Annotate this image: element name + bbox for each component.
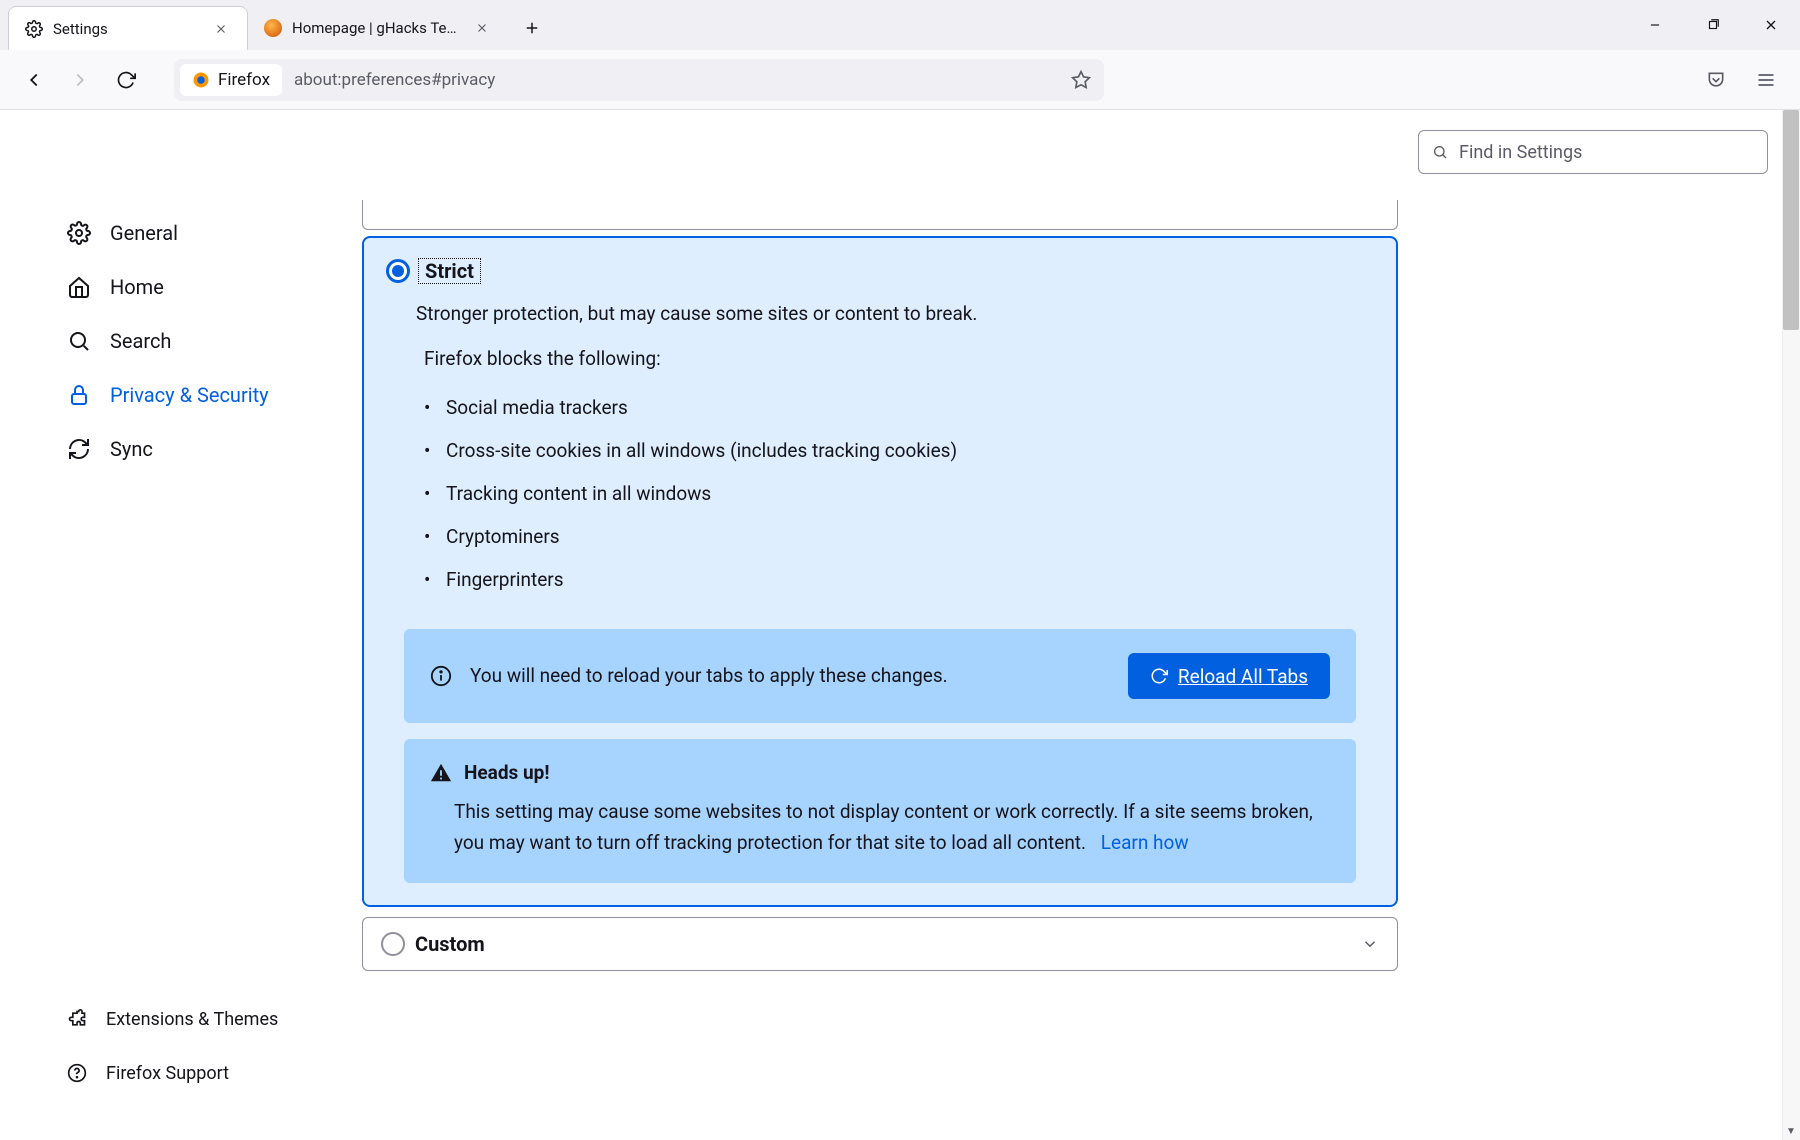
chevron-down-icon [1361,935,1379,953]
search-icon [66,328,92,354]
firefox-icon [192,71,210,89]
menu-icon[interactable] [1748,62,1784,98]
reload-info-text: You will need to reload your tabs to app… [470,661,1110,691]
reload-icon [1150,667,1168,685]
reload-button-label: Reload All Tabs [1178,665,1308,688]
blocks-list: Social media trackers Cross-site cookies… [424,386,1374,601]
reload-info-box: You will need to reload your tabs to app… [404,629,1356,723]
list-item: Tracking content in all windows [424,472,1374,515]
sidebar-item-label: Search [110,329,171,353]
custom-label: Custom [415,932,485,956]
tab-label: Settings [53,20,201,38]
search-icon [1432,144,1448,160]
back-button[interactable] [16,62,52,98]
sidebar-bottom: Extensions & Themes Firefox Support [54,992,340,1140]
blocks-title: Firefox blocks the following: [424,347,1374,370]
scrollbar[interactable]: ▲ ▼ [1782,110,1800,1140]
radio-custom[interactable] [381,932,405,956]
warning-icon [430,762,452,784]
forward-button[interactable] [62,62,98,98]
sidebar-item-home[interactable]: Home [54,260,340,314]
strict-label: Strict [418,258,481,284]
list-item: Fingerprinters [424,558,1374,601]
maximize-button[interactable] [1684,5,1742,45]
strict-description: Stronger protection, but may cause some … [416,302,1374,325]
tab-label: Homepage | gHacks Technology [292,19,462,37]
reload-all-tabs-button[interactable]: Reload All Tabs [1128,653,1330,699]
list-item: Cross-site cookies in all windows (inclu… [424,429,1374,472]
url-bar[interactable]: Firefox about:preferences#privacy [174,59,1104,101]
main-panel: Strict Stronger protection, but may caus… [340,110,1420,1140]
scroll-down-icon[interactable]: ▼ [1782,1122,1800,1140]
scroll-thumb[interactable] [1783,110,1799,330]
close-window-button[interactable] [1742,5,1800,45]
settings-search-input[interactable] [1418,130,1768,174]
identity-box[interactable]: Firefox [180,64,282,96]
identity-label: Firefox [218,70,270,90]
tab-settings[interactable]: Settings [8,6,248,50]
sync-icon [66,436,92,462]
sidebar-item-label: General [110,221,178,245]
close-icon[interactable] [472,18,492,38]
sidebar-item-label: Sync [110,437,153,461]
help-icon [66,1062,88,1084]
pocket-icon[interactable] [1698,62,1734,98]
custom-option-card[interactable]: Custom [362,917,1398,971]
close-icon[interactable] [211,19,231,39]
puzzle-icon [66,1008,88,1030]
gear-icon [66,220,92,246]
gear-icon [25,20,43,38]
list-item: Cryptominers [424,515,1374,558]
sidebar-item-label: Extensions & Themes [106,1009,278,1030]
previous-option-edge [362,200,1398,230]
lock-icon [66,382,92,408]
sidebar-item-label: Privacy & Security [110,383,269,407]
sidebar-item-support[interactable]: Firefox Support [54,1046,340,1100]
settings-search-wrap [1418,130,1768,174]
heads-up-box: Heads up! This setting may cause some we… [404,739,1356,883]
sidebar-item-privacy[interactable]: Privacy & Security [54,368,340,422]
window-controls [1626,0,1800,50]
tab-ghacks[interactable]: Homepage | gHacks Technology [248,6,508,50]
minimize-button[interactable] [1626,5,1684,45]
reload-button[interactable] [108,62,144,98]
sidebar-item-general[interactable]: General [54,206,340,260]
sidebar-item-label: Home [110,275,164,299]
new-tab-button[interactable] [514,10,550,46]
radio-strict[interactable] [386,259,410,283]
sidebar-item-label: Firefox Support [106,1063,229,1084]
strict-option-card: Strict Stronger protection, but may caus… [362,236,1398,907]
heads-up-title: Heads up! [464,761,550,784]
bookmark-star-icon[interactable] [1064,63,1098,97]
sidebar-item-search[interactable]: Search [54,314,340,368]
content-area: General Home Search Privacy & Security S… [0,110,1800,1140]
info-icon [430,665,452,687]
heads-up-body: This setting may cause some websites to … [454,796,1330,859]
tab-bar: Settings Homepage | gHacks Technology [0,0,1800,50]
sidebar-item-sync[interactable]: Sync [54,422,340,476]
sidebar-item-extensions[interactable]: Extensions & Themes [54,992,340,1046]
list-item: Social media trackers [424,386,1374,429]
learn-how-link[interactable]: Learn how [1101,831,1189,854]
site-icon [264,19,282,37]
home-icon [66,274,92,300]
url-text: about:preferences#privacy [282,70,1064,90]
sidebar: General Home Search Privacy & Security S… [0,110,340,1140]
toolbar: Firefox about:preferences#privacy [0,50,1800,110]
